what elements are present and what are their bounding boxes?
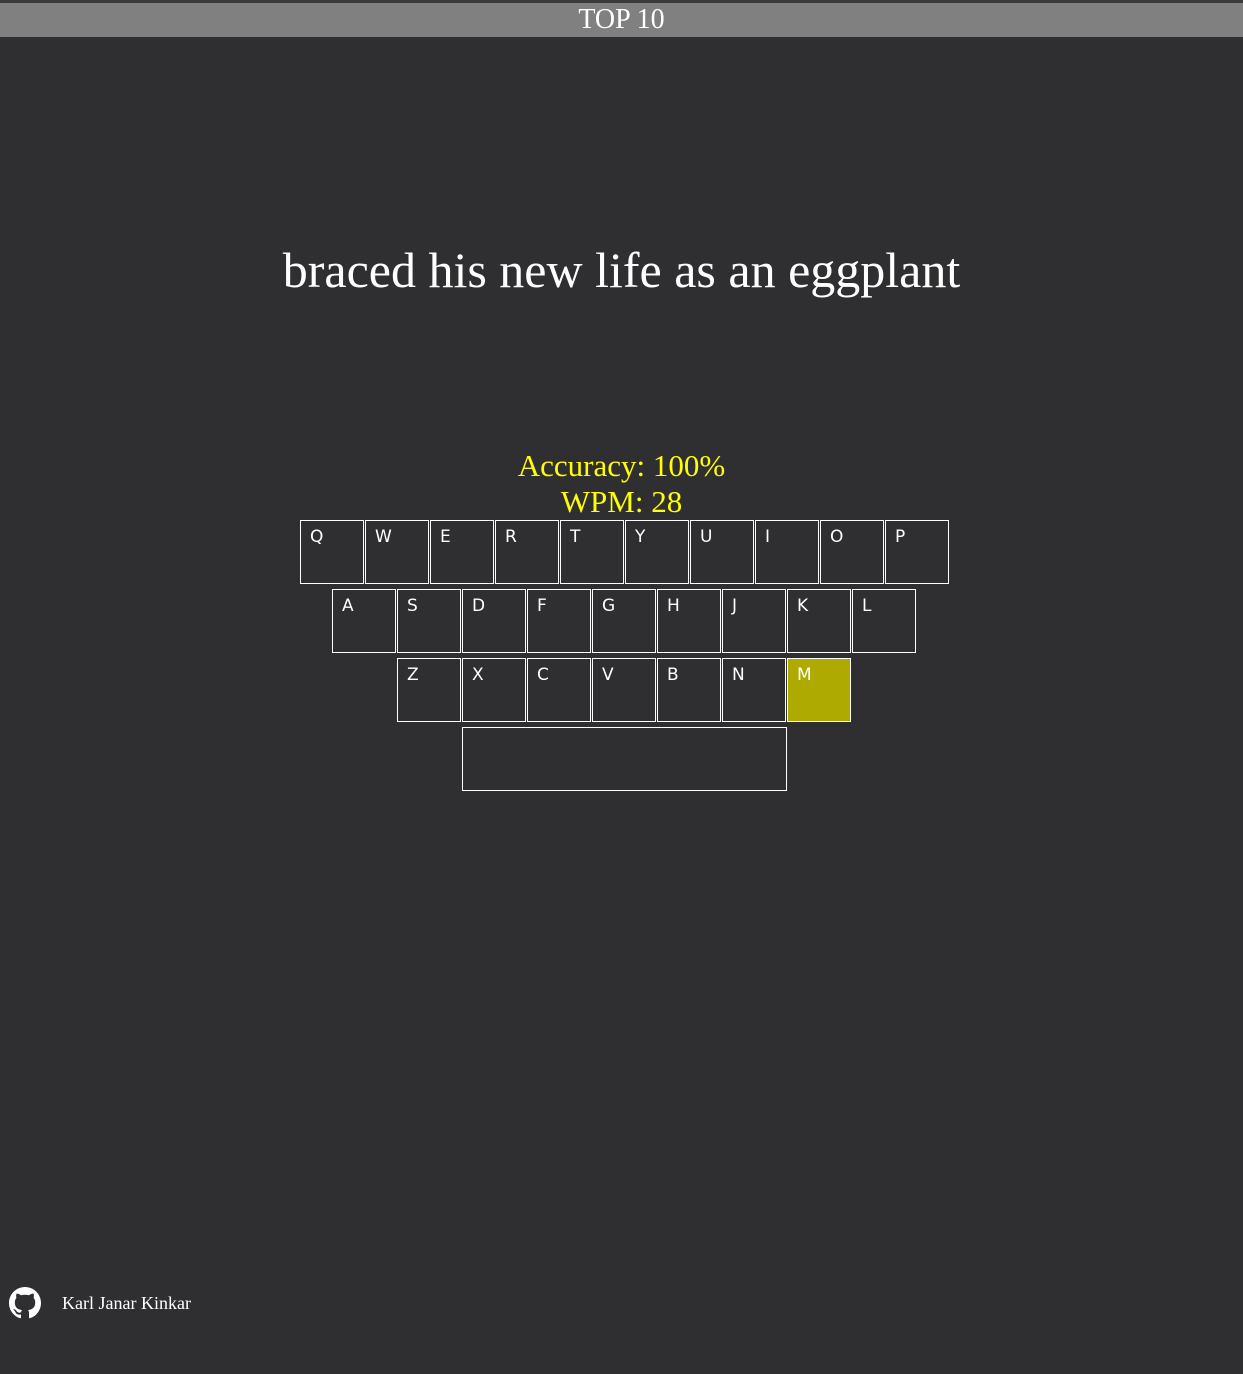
key-r[interactable]: R (495, 520, 559, 584)
key-n[interactable]: N (722, 658, 786, 722)
key-p[interactable]: P (885, 520, 949, 584)
key-l[interactable]: L (852, 589, 916, 653)
key-label: D (472, 596, 486, 616)
key-label: A (342, 596, 354, 616)
key-c[interactable]: C (527, 658, 591, 722)
key-label: O (830, 527, 844, 547)
wpm-stat: WPM: 28 (560, 484, 683, 519)
key-d[interactable]: D (462, 589, 526, 653)
key-label: H (667, 596, 680, 616)
target-sentence: braced his new life as an eggplant (282, 242, 961, 298)
key-label: Z (407, 665, 419, 685)
key-m[interactable]: M (787, 658, 851, 722)
key-h[interactable]: H (657, 589, 721, 653)
stats-panel: Accuracy: 100% WPM: 28 (0, 448, 1243, 520)
key-label: U (700, 527, 713, 547)
key-t[interactable]: T (560, 520, 624, 584)
key-i[interactable]: I (755, 520, 819, 584)
key-x[interactable]: X (462, 658, 526, 722)
key-a[interactable]: A (332, 589, 396, 653)
key-s[interactable]: S (397, 589, 461, 653)
key-label: X (472, 665, 484, 685)
key-label: Y (635, 527, 646, 547)
key-label: P (895, 527, 906, 547)
footer: Karl Janar Kinkar (9, 1287, 191, 1319)
key-label: W (375, 527, 392, 547)
key-label: C (537, 665, 549, 685)
key-k[interactable]: K (787, 589, 851, 653)
key-label: G (602, 596, 616, 616)
key-e[interactable]: E (430, 520, 494, 584)
on-screen-keyboard: Q W E R T Y U I O P A S D F G H J K L Z X C V B N M (0, 0, 1243, 1374)
key-label: V (602, 665, 614, 685)
key-label: R (505, 527, 517, 547)
key-label: I (765, 527, 771, 547)
key-w[interactable]: W (365, 520, 429, 584)
github-icon[interactable] (9, 1287, 41, 1319)
author-link[interactable]: Karl Janar Kinkar (62, 1293, 191, 1314)
key-label: T (570, 527, 581, 547)
key-z[interactable]: Z (397, 658, 461, 722)
key-j[interactable]: J (722, 589, 786, 653)
key-f[interactable]: F (527, 589, 591, 653)
key-label: J (732, 596, 738, 616)
key-label: N (732, 665, 745, 685)
key-o[interactable]: O (820, 520, 884, 584)
key-label: L (862, 596, 872, 616)
top10-button[interactable]: TOP 10 (0, 3, 1243, 37)
key-b[interactable]: B (657, 658, 721, 722)
key-label: M (797, 665, 812, 685)
key-label: F (537, 596, 547, 616)
key-label: E (440, 527, 451, 547)
key-label: Q (310, 527, 324, 547)
key-q[interactable]: Q (300, 520, 364, 584)
key-y[interactable]: Y (625, 520, 689, 584)
accuracy-stat: Accuracy: 100% (517, 448, 726, 483)
spacebar-key[interactable] (462, 727, 787, 791)
key-label: K (797, 596, 809, 616)
key-g[interactable]: G (592, 589, 656, 653)
key-label: B (667, 665, 679, 685)
key-label: S (407, 596, 418, 616)
key-v[interactable]: V (592, 658, 656, 722)
key-u[interactable]: U (690, 520, 754, 584)
